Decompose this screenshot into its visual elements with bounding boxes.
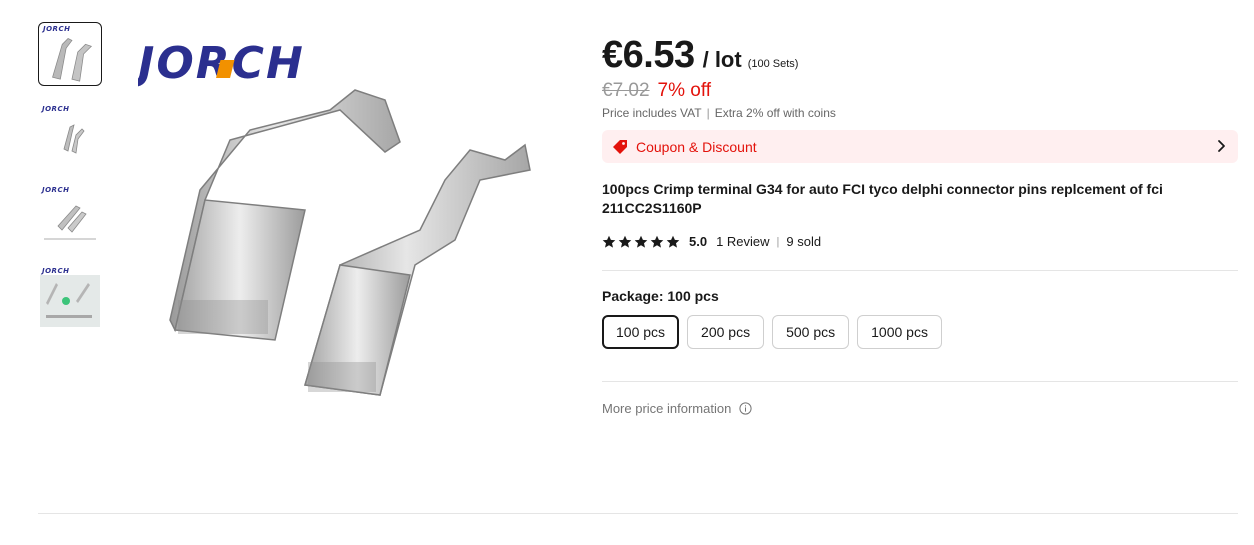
price-row: €6.53 / lot (100 Sets) [602,34,798,77]
thumbnail-2[interactable]: JORCH [38,103,102,167]
star-icon [666,235,680,248]
terminal-thumbnail-image [44,205,96,240]
star-rating [602,235,680,249]
vat-separator: | [706,106,710,120]
reviews-link[interactable]: 1 Review [716,234,769,249]
brand-logo: JORCH [138,38,303,88]
coupon-discount-banner[interactable]: Coupon & Discount [602,130,1238,163]
section-divider [38,513,1238,514]
terminal-thumbnail-image [52,38,93,82]
divider [602,381,1238,382]
more-price-label: More price information [602,401,732,416]
coupon-label: Coupon & Discount [636,138,757,155]
package-options: 100 pcs 200 pcs 500 pcs 1000 pcs [602,315,942,349]
terminal-thumbnail-image [63,124,85,154]
main-product-image[interactable] [130,30,570,430]
thumbnail-4[interactable]: JORCH [38,265,102,329]
sets-note: (100 Sets) [747,58,799,70]
thumbnail-3[interactable]: JORCH [38,184,102,248]
rating-divider: | [776,235,780,248]
thumbnail-1[interactable]: JORCH [38,22,102,86]
more-price-information[interactable]: More price information [602,401,752,416]
package-option-100[interactable]: 100 pcs [602,315,680,349]
vat-note-row: Price includes VAT | Extra 2% off with coi… [602,106,836,120]
tag-icon [613,139,627,154]
package-label: Package: 100 pcs [602,288,719,304]
star-icon [602,235,616,248]
vat-note: Price includes VAT [602,106,702,120]
star-icon [650,235,664,248]
thumbnail-list: JORCH JORCH JORCH JORCH [38,22,104,346]
original-price: €7.02 [602,80,650,101]
rating-score: 5.0 [689,234,708,249]
package-option-500[interactable]: 500 pcs [772,315,850,349]
divider [602,270,1238,271]
sold-count: 9 sold [786,234,822,249]
chevron-right-icon [1218,140,1225,152]
current-price: €6.53 [602,34,695,76]
price-unit: / lot [702,47,742,72]
package-option-200[interactable]: 200 pcs [687,315,765,349]
coins-note: Extra 2% off with coins [714,106,836,120]
original-price-row: €7.02 7% off [602,80,711,102]
crimp-terminal-image [169,89,531,396]
discount-badge: 7% off [657,80,712,101]
star-icon [618,235,632,248]
info-icon [739,402,752,415]
product-title: 100pcs Crimp terminal G34 for auto FCI t… [602,181,1163,216]
package-option-1000[interactable]: 1000 pcs [857,315,942,349]
terminal-thumbnail-image [40,275,100,327]
star-icon [634,235,648,248]
rating-row: 5.0 1 Review | 9 sold [602,234,821,249]
